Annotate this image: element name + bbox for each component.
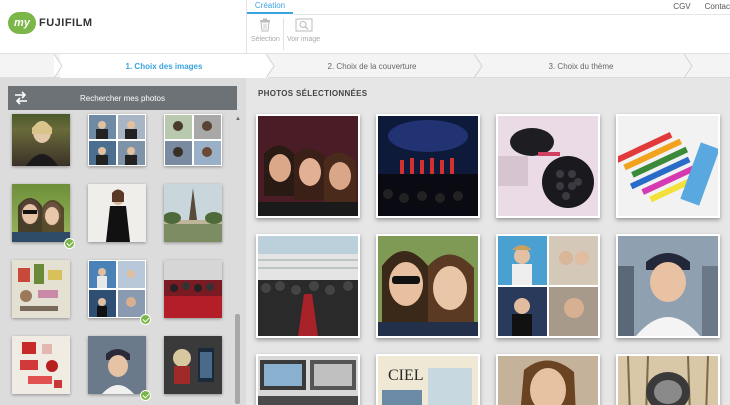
step-chevron-icon xyxy=(474,54,483,78)
selection-tool[interactable]: Sélection xyxy=(251,18,280,43)
thumbnail-image xyxy=(18,264,62,311)
selected-photo[interactable] xyxy=(376,234,480,338)
selected-photo[interactable]: CIEL xyxy=(376,354,480,405)
selected-check-icon xyxy=(140,390,151,401)
library-thumbnail[interactable] xyxy=(164,260,222,318)
photo-image xyxy=(618,116,718,216)
step-chevron-icon xyxy=(684,54,693,78)
view-image-tool-label: Voir image xyxy=(287,36,321,43)
library-thumbnail[interactable] xyxy=(164,184,222,242)
photo-image xyxy=(258,236,358,336)
selected-photo[interactable] xyxy=(496,354,600,405)
library-thumbnail[interactable] xyxy=(12,184,70,242)
step-chevron-icon xyxy=(54,54,63,78)
image-view-icon xyxy=(295,18,313,32)
library-thumbnail[interactable] xyxy=(88,336,146,394)
photo-image xyxy=(258,116,358,216)
logo-text: FUJIFILM xyxy=(39,17,93,29)
top-links: CGV Contac xyxy=(659,2,730,11)
search-photos-label: Rechercher mes photos xyxy=(80,93,165,103)
thumbnail-image xyxy=(26,121,58,166)
library-thumbnail[interactable] xyxy=(12,260,70,318)
selected-check-icon xyxy=(64,238,75,249)
selection-tool-label: Sélection xyxy=(251,36,280,43)
thumbnail-image xyxy=(164,336,222,394)
brand-logo[interactable]: my FUJIFILM xyxy=(8,12,93,34)
photo-image xyxy=(498,116,598,216)
selected-photo[interactable] xyxy=(256,354,360,405)
thumbnail-image xyxy=(88,184,146,242)
selected-photo[interactable] xyxy=(616,354,720,405)
library-thumbnail[interactable] xyxy=(88,260,146,318)
logo-badge: my xyxy=(8,12,36,34)
thumbnail-image xyxy=(88,336,146,394)
library-thumbnail[interactable] xyxy=(12,336,70,394)
selected-photos-title: PHOTOS SÉLECTIONNÉES xyxy=(258,89,368,98)
selected-photo[interactable] xyxy=(496,114,600,218)
thumbnail-image xyxy=(20,342,62,388)
photo-image: CIEL xyxy=(378,356,478,405)
thumbnail-image xyxy=(164,184,222,242)
search-photos-button[interactable]: Rechercher mes photos xyxy=(8,86,237,110)
tool-separator xyxy=(283,18,284,50)
photo-image xyxy=(618,356,718,405)
selected-photo[interactable] xyxy=(256,114,360,218)
library-thumbnail[interactable] xyxy=(88,114,146,166)
library-thumbnail[interactable] xyxy=(164,114,222,166)
toolbar-divider xyxy=(293,14,730,15)
magazine-title: CIEL xyxy=(388,367,424,384)
photo-image xyxy=(498,236,598,336)
selected-photos-panel: PHOTOS SÉLECTIONNÉES CIEL xyxy=(246,78,730,405)
library-thumbnail[interactable] xyxy=(88,184,146,242)
thumbnail-image xyxy=(89,261,145,317)
library-thumbnail[interactable] xyxy=(164,336,222,394)
photo-image xyxy=(498,356,598,405)
photo-image xyxy=(378,236,478,336)
contact-link[interactable]: Contac xyxy=(705,2,730,11)
photo-image xyxy=(378,116,478,216)
cgv-link[interactable]: CGV xyxy=(673,2,690,11)
thumbnail-image xyxy=(165,115,221,165)
view-image-tool[interactable]: Voir image xyxy=(287,18,320,43)
selected-photo[interactable] xyxy=(376,114,480,218)
scroll-up-icon[interactable]: ▲ xyxy=(235,116,241,122)
step-2[interactable]: 2. Choix de la couverture xyxy=(270,54,474,78)
step-1[interactable]: 1. Choix des images xyxy=(60,54,268,78)
app-header: my FUJIFILM Création Sélection Voir imag… xyxy=(0,0,730,54)
selected-photo[interactable] xyxy=(616,114,720,218)
steps-bar: 1. Choix des images 2. Choix de la couve… xyxy=(0,54,730,78)
selected-photo[interactable] xyxy=(496,234,600,338)
photo-image xyxy=(258,356,358,405)
thumbnail-image xyxy=(89,115,145,165)
swap-arrows-icon xyxy=(15,91,27,105)
editor-toolbar: Création Sélection Voir image CGV Contac xyxy=(246,0,730,54)
photo-image xyxy=(618,236,718,336)
thumbnail-image xyxy=(164,260,222,318)
selected-photo[interactable] xyxy=(256,234,360,338)
thumbnail-image xyxy=(12,198,70,242)
library-thumbnail[interactable] xyxy=(12,114,70,166)
photobook-editor: my FUJIFILM Création Sélection Voir imag… xyxy=(0,0,730,405)
photo-library-panel: Rechercher mes photos ▲ xyxy=(0,78,246,405)
selected-photo[interactable] xyxy=(616,234,720,338)
selected-check-icon xyxy=(140,314,151,325)
scrollbar-thumb[interactable] xyxy=(235,314,240,404)
trash-icon xyxy=(260,18,271,32)
step-chevron-icon xyxy=(266,54,275,78)
step-3[interactable]: 3. Choix du thème xyxy=(478,54,684,78)
tab-creation[interactable]: Création xyxy=(247,0,293,14)
